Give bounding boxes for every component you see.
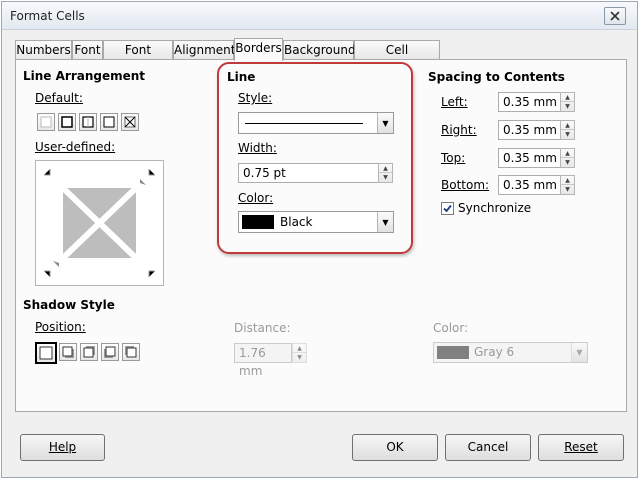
border-outer-icon bbox=[103, 116, 115, 128]
shadow-top-right-icon bbox=[83, 346, 95, 358]
tab-alignment[interactable]: Alignment bbox=[173, 40, 235, 60]
shadow-color-dropdown[interactable]: Gray 6 ▼ bbox=[433, 342, 588, 363]
spacing-top-field[interactable]: 0.35 mm bbox=[498, 148, 561, 168]
shadow-bottom-right-icon bbox=[62, 346, 74, 358]
border-none-icon bbox=[40, 116, 52, 128]
format-cells-dialog: Format Cells Numbers Font Font Effects A… bbox=[1, 1, 638, 478]
spacing-right-spinner[interactable]: ▲ ▼ bbox=[560, 120, 575, 140]
user-defined-label: User-defined: bbox=[35, 140, 116, 154]
spacing-right-label: Right: bbox=[441, 123, 477, 137]
spin-up-icon[interactable]: ▲ bbox=[561, 93, 574, 102]
ok-button-label: OK bbox=[386, 440, 404, 454]
border-box-preset[interactable] bbox=[58, 113, 76, 131]
border-outer-preset[interactable] bbox=[100, 113, 118, 131]
shadow-bottom-left-icon bbox=[104, 346, 116, 358]
border-diagonal-preset[interactable] bbox=[121, 113, 139, 131]
shadow-none-option[interactable] bbox=[35, 342, 57, 364]
tab-background[interactable]: Background bbox=[283, 40, 356, 60]
shadow-top-left-icon bbox=[125, 346, 137, 358]
synchronize-checkbox[interactable] bbox=[441, 202, 454, 215]
spin-up-icon[interactable]: ▲ bbox=[561, 149, 574, 158]
tab-cell-protection[interactable]: Cell Protection bbox=[354, 40, 440, 75]
spin-down-icon[interactable]: ▼ bbox=[561, 130, 574, 139]
border-box-icon bbox=[61, 116, 73, 128]
line-arrangement-heading: Line Arrangement bbox=[23, 69, 146, 83]
line-section-highlight bbox=[217, 62, 413, 254]
shadow-top-left-option[interactable] bbox=[122, 343, 140, 361]
spin-up-icon[interactable]: ▲ bbox=[293, 344, 306, 353]
shadow-bottom-left-option[interactable] bbox=[101, 343, 119, 361]
tab-font[interactable]: Font bbox=[72, 40, 103, 60]
shadow-position-label: Position: bbox=[35, 320, 86, 334]
title-bar[interactable]: Format Cells bbox=[2, 2, 637, 30]
spacing-bottom-field[interactable]: 0.35 mm bbox=[498, 175, 561, 195]
cancel-button-label: Cancel bbox=[467, 440, 509, 454]
spacing-bottom-label: Bottom: bbox=[441, 178, 490, 192]
close-icon bbox=[610, 11, 620, 21]
ok-button[interactable]: OK bbox=[352, 434, 438, 461]
shadow-none-icon bbox=[39, 346, 53, 360]
shadow-color-value: Gray 6 bbox=[474, 345, 515, 359]
shadow-distance-field[interactable]: 1.76 mm bbox=[234, 343, 292, 378]
checkmark-icon bbox=[443, 204, 452, 213]
spacing-left-label: Left: bbox=[441, 95, 468, 109]
border-preview-graphic bbox=[44, 169, 155, 277]
help-button-label: Help bbox=[48, 440, 77, 454]
shadow-distance-spinner[interactable]: ▲ ▼ bbox=[292, 343, 307, 363]
shadow-style-heading: Shadow Style bbox=[23, 298, 115, 312]
spin-down-icon[interactable]: ▼ bbox=[561, 102, 574, 111]
spin-up-icon[interactable]: ▲ bbox=[561, 176, 574, 185]
shadow-bottom-right-option[interactable] bbox=[59, 343, 77, 361]
reset-button-label: Reset bbox=[564, 440, 598, 454]
spin-down-icon[interactable]: ▼ bbox=[561, 185, 574, 194]
user-defined-preview[interactable] bbox=[35, 160, 164, 286]
spin-up-icon[interactable]: ▲ bbox=[561, 121, 574, 130]
spacing-top-spinner[interactable]: ▲ ▼ bbox=[560, 148, 575, 168]
spacing-left-field[interactable]: 0.35 mm bbox=[498, 92, 561, 112]
spacing-left-spinner[interactable]: ▲ ▼ bbox=[560, 92, 575, 112]
tab-borders[interactable]: Borders bbox=[234, 38, 283, 61]
tab-font-effects[interactable]: Font Effects bbox=[103, 40, 173, 75]
window-title: Format Cells bbox=[10, 9, 85, 23]
help-button[interactable]: Help bbox=[20, 434, 105, 461]
reset-button[interactable]: Reset bbox=[538, 434, 624, 461]
spacing-top-label: Top: bbox=[441, 151, 466, 165]
border-box-all-icon bbox=[82, 116, 94, 128]
spacing-right-field[interactable]: 0.35 mm bbox=[498, 120, 561, 140]
spin-down-icon[interactable]: ▼ bbox=[293, 353, 306, 362]
spacing-bottom-spinner[interactable]: ▲ ▼ bbox=[560, 175, 575, 195]
synchronize-label: Synchronize bbox=[458, 201, 532, 215]
shadow-color-swatch bbox=[437, 346, 469, 359]
cancel-button[interactable]: Cancel bbox=[445, 434, 531, 461]
spin-down-icon[interactable]: ▼ bbox=[561, 158, 574, 167]
shadow-top-right-option[interactable] bbox=[80, 343, 98, 361]
close-button[interactable] bbox=[604, 7, 626, 25]
border-none-preset[interactable] bbox=[37, 113, 55, 131]
chevron-down-icon: ▼ bbox=[571, 343, 587, 362]
shadow-distance-label: Distance: bbox=[234, 321, 291, 335]
spacing-heading: Spacing to Contents bbox=[428, 70, 565, 84]
shadow-color-label: Color: bbox=[433, 321, 469, 335]
border-box-all-preset[interactable] bbox=[79, 113, 97, 131]
border-diagonal-icon bbox=[124, 116, 136, 128]
tab-numbers[interactable]: Numbers bbox=[15, 40, 72, 60]
default-label: Default: bbox=[35, 91, 83, 105]
